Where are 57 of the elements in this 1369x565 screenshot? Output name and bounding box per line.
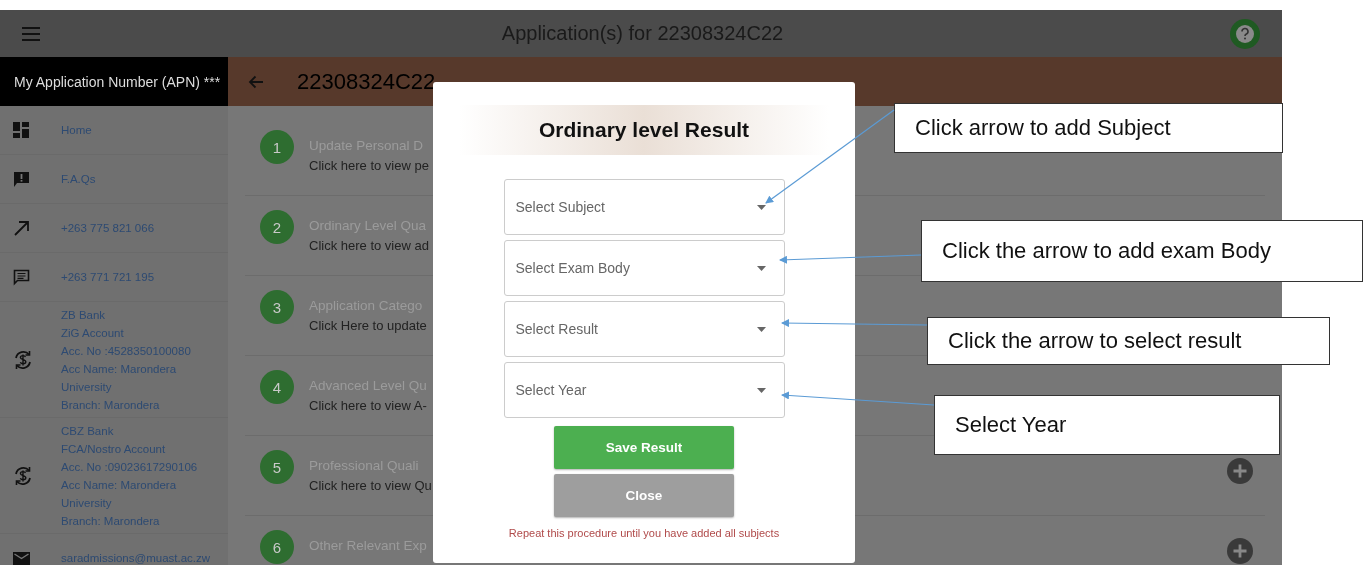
arrow-icon [13,220,29,236]
callout-box: Click arrow to add Subject [894,103,1283,153]
callout-box: Click the arrow to add exam Body [921,220,1363,282]
step-description[interactable]: Click here to view pe [309,156,429,176]
select-field[interactable]: Select Exam Body [503,240,785,296]
application-number: 22308324C22 [297,68,436,95]
dropdown-caret-icon[interactable] [756,387,766,393]
step-number: 3 [260,290,294,324]
select-field[interactable]: Select Subject [503,179,785,235]
sidebar-link[interactable]: CBZ Bank [61,421,198,440]
sidebar-link[interactable]: University [61,493,198,512]
select-field[interactable]: Select Result [503,301,785,357]
currency-exchange-icon [13,349,33,370]
save-button[interactable]: Save Result [554,426,734,469]
sidebar-link[interactable]: Branch: Marondera [61,511,198,530]
dashboard-icon [13,122,29,138]
dialog-title: Ordinary level Result [538,118,750,142]
sidebar-link[interactable]: +263 771 721 195 [61,268,155,286]
dropdown-caret-icon[interactable] [756,326,766,332]
step-number: 2 [260,210,294,244]
step-number: 4 [260,370,294,404]
sidebar-link[interactable]: +263 775 821 066 [61,219,155,237]
step-description[interactable]: Click Here to update [309,316,427,336]
sidebar-link[interactable]: saradmissions@muast.ac.zw [61,549,211,565]
callout-box: Click the arrow to select result [927,317,1330,365]
sidebar-link[interactable]: ZiG Account [61,323,191,342]
sidebar-link[interactable]: Acc Name: Marondera [61,475,198,494]
add-icon[interactable] [1227,538,1253,564]
step-number: 6 [260,530,294,564]
sidebar-link[interactable]: Branch: Marondera [61,395,191,414]
step-description[interactable]: Click here to view Qu [309,476,432,496]
chat-icon [13,268,30,286]
sidebar-link[interactable]: FCA/Nostro Account [61,439,198,458]
sidebar-link[interactable]: Acc. No :4528350100080 [61,341,191,360]
step-description[interactable]: Click here to view A- [309,396,427,416]
step-description[interactable]: Click here to view ad [309,236,429,256]
close-button[interactable]: Close [554,474,734,517]
add-icon[interactable] [1227,458,1253,484]
step-number: 1 [260,130,294,164]
step-number: 5 [260,450,294,484]
sidebar-header: My Application Number (APN) *** [0,57,228,106]
instruction-note: Repeat this procedure until you have added all subjects [508,527,780,539]
menu-icon[interactable] [22,26,40,41]
back-arrow-icon[interactable] [248,74,264,89]
sidebar-link[interactable]: F.A.Qs [61,170,96,188]
sidebar-link[interactable]: Home [61,121,92,139]
sidebar-link[interactable]: Acc Name: Marondera [61,359,191,378]
select-field[interactable]: Select Year [503,362,785,418]
sidebar-link[interactable]: ZB Bank [61,305,191,324]
sidebar-link[interactable]: University [61,377,191,396]
sidebar-link[interactable]: Acc. No :09023617290106 [61,457,198,476]
dropdown-caret-icon[interactable] [756,204,766,210]
dropdown-caret-icon[interactable] [756,265,766,271]
help-icon[interactable] [1230,18,1260,49]
currency-exchange-icon [13,465,33,486]
alert-message-icon [13,170,30,188]
callout-box: Select Year [934,395,1280,455]
